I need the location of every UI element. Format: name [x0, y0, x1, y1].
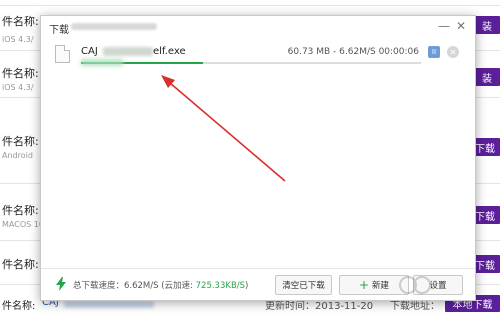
annotation-arrow: [161, 75, 286, 182]
